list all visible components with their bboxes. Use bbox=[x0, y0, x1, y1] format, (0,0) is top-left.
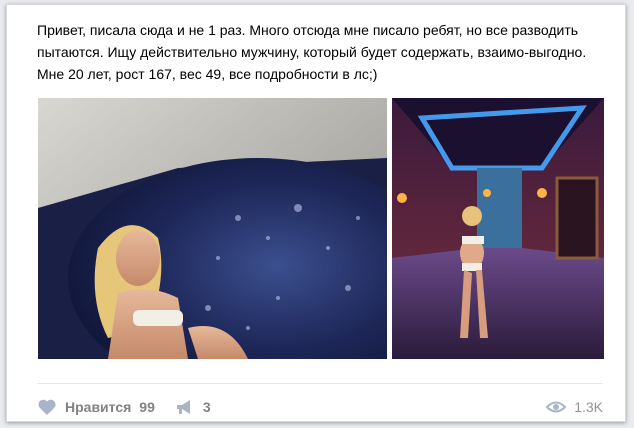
post-divider bbox=[37, 383, 603, 384]
heart-icon bbox=[38, 399, 56, 415]
like-label: Нравится bbox=[65, 399, 132, 415]
wall-post: Привет, писала сюда и не 1 раз. Много от… bbox=[6, 4, 626, 422]
photo-corridor-image bbox=[392, 98, 604, 359]
share-button[interactable]: 3 bbox=[175, 398, 211, 416]
like-button[interactable]: Нравится 99 bbox=[37, 398, 155, 416]
views-counter: 1.3K bbox=[546, 399, 603, 415]
photo-jacuzzi-image bbox=[38, 98, 387, 359]
like-count: 99 bbox=[139, 399, 155, 415]
share-count: 3 bbox=[202, 399, 211, 415]
views-count: 1.3K bbox=[574, 399, 603, 415]
megaphone-icon bbox=[176, 400, 190, 414]
eye-icon bbox=[546, 401, 567, 413]
post-photo-corridor[interactable] bbox=[392, 98, 604, 359]
post-photo-jacuzzi[interactable] bbox=[38, 98, 387, 359]
post-text: Привет, писала сюда и не 1 раз. Много от… bbox=[37, 22, 587, 82]
post-actions: Нравится 99 3 1.3K bbox=[37, 393, 603, 421]
